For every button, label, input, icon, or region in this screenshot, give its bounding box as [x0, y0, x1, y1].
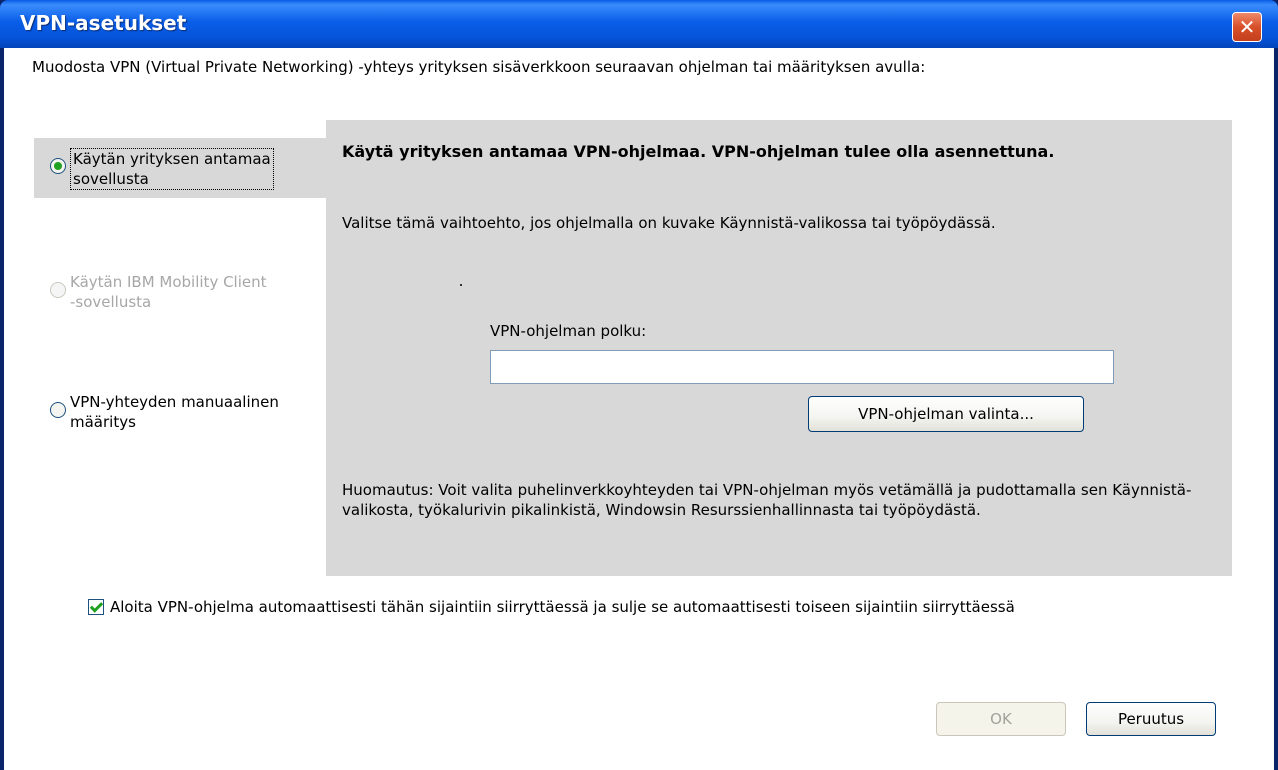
panel-heading: Käytä yrityksen antamaa VPN-ohjelmaa. VP… — [342, 142, 1055, 161]
ok-button: OK — [936, 702, 1066, 736]
radio-label[interactable]: VPN-yhteyden manuaalinen määritys — [70, 392, 279, 432]
decorative-dot — [460, 284, 462, 286]
radio-label-line1: Käytän yrityksen antamaa — [73, 150, 271, 168]
radio-label[interactable]: Käytän yrityksen antamaa sovellusta — [70, 148, 274, 190]
radio-button[interactable] — [50, 158, 66, 174]
radio-label-line2: sovellusta — [73, 170, 149, 188]
radio-option-manual[interactable]: VPN-yhteyden manuaalinen määritys — [50, 392, 279, 432]
panel-note: Huomautus: Voit valita puhelinverkkoyhte… — [342, 481, 1192, 519]
cancel-button[interactable]: Peruutus — [1086, 702, 1216, 736]
radio-label: Käytän IBM Mobility Client -sovellusta — [70, 272, 267, 312]
dialog-window: VPN-asetukset ✕ Muodosta VPN (Virtual Pr… — [0, 0, 1278, 770]
checkmark-icon — [89, 599, 104, 613]
radio-label-line1: VPN-yhteyden manuaalinen — [70, 393, 279, 411]
intro-text: Muodosta VPN (Virtual Private Networking… — [32, 58, 926, 76]
auto-start-label[interactable]: Aloita VPN-ohjelma automaattisesti tähän… — [110, 598, 1015, 616]
radio-button[interactable] — [50, 402, 66, 418]
radio-label-line2: määritys — [70, 413, 136, 431]
vpn-path-input[interactable] — [490, 350, 1114, 384]
window-title: VPN-asetukset — [20, 11, 187, 35]
radio-label-line2: -sovellusta — [70, 293, 152, 311]
close-button[interactable]: ✕ — [1232, 12, 1262, 42]
auto-start-checkbox-row[interactable]: Aloita VPN-ohjelma automaattisesti tähän… — [88, 598, 1015, 616]
radio-selected-dot — [54, 162, 62, 170]
radio-option-ibm-mobility: Käytän IBM Mobility Client -sovellusta — [50, 272, 267, 312]
browse-vpn-program-button[interactable]: VPN-ohjelman valinta... — [808, 396, 1084, 432]
auto-start-checkbox[interactable] — [88, 599, 104, 615]
radio-option-company-app[interactable]: Käytän yrityksen antamaa sovellusta — [50, 148, 274, 190]
panel-description: Valitse tämä vaihtoehto, jos ohjelmalla … — [342, 214, 996, 232]
radio-button — [50, 282, 66, 298]
radio-label-line1: Käytän IBM Mobility Client — [70, 273, 267, 291]
path-label: VPN-ohjelman polku: — [490, 322, 647, 340]
title-bar[interactable]: VPN-asetukset ✕ — [0, 0, 1278, 48]
close-icon: ✕ — [1238, 15, 1256, 39]
